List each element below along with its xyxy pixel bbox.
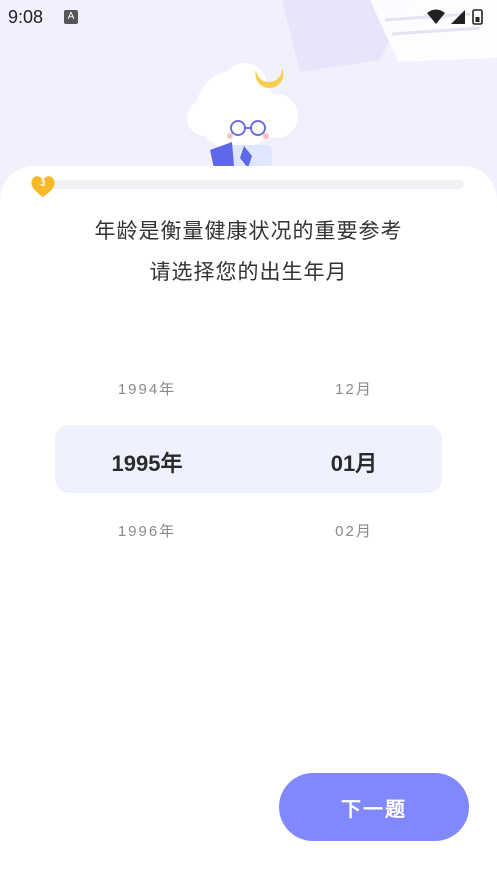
month-selected[interactable]: 01月 bbox=[264, 446, 444, 478]
year-option[interactable]: 1994年 bbox=[57, 378, 237, 399]
status-icons bbox=[427, 9, 483, 25]
status-bar: 9:08 A bbox=[0, 0, 497, 34]
next-question-button[interactable]: 下一题 bbox=[279, 773, 469, 841]
month-option[interactable]: 02月 bbox=[264, 520, 444, 541]
year-option[interactable]: 1996年 bbox=[57, 520, 237, 541]
notification-icon: A bbox=[64, 10, 78, 24]
question-line-2: 请选择您的出生年月 bbox=[149, 260, 348, 284]
status-time: 9:08 bbox=[8, 7, 44, 27]
year-selected[interactable]: 1995年 bbox=[57, 446, 237, 478]
wifi-icon bbox=[427, 9, 445, 24]
month-option[interactable]: 12月 bbox=[264, 378, 444, 399]
doctor-mascot-icon bbox=[187, 63, 298, 169]
question-line-1: 年龄是衡量健康状况的重要参考 bbox=[94, 219, 403, 243]
progress-step-label: 3 bbox=[40, 178, 46, 188]
signal-icon bbox=[451, 10, 465, 24]
progress-bar bbox=[36, 180, 464, 189]
